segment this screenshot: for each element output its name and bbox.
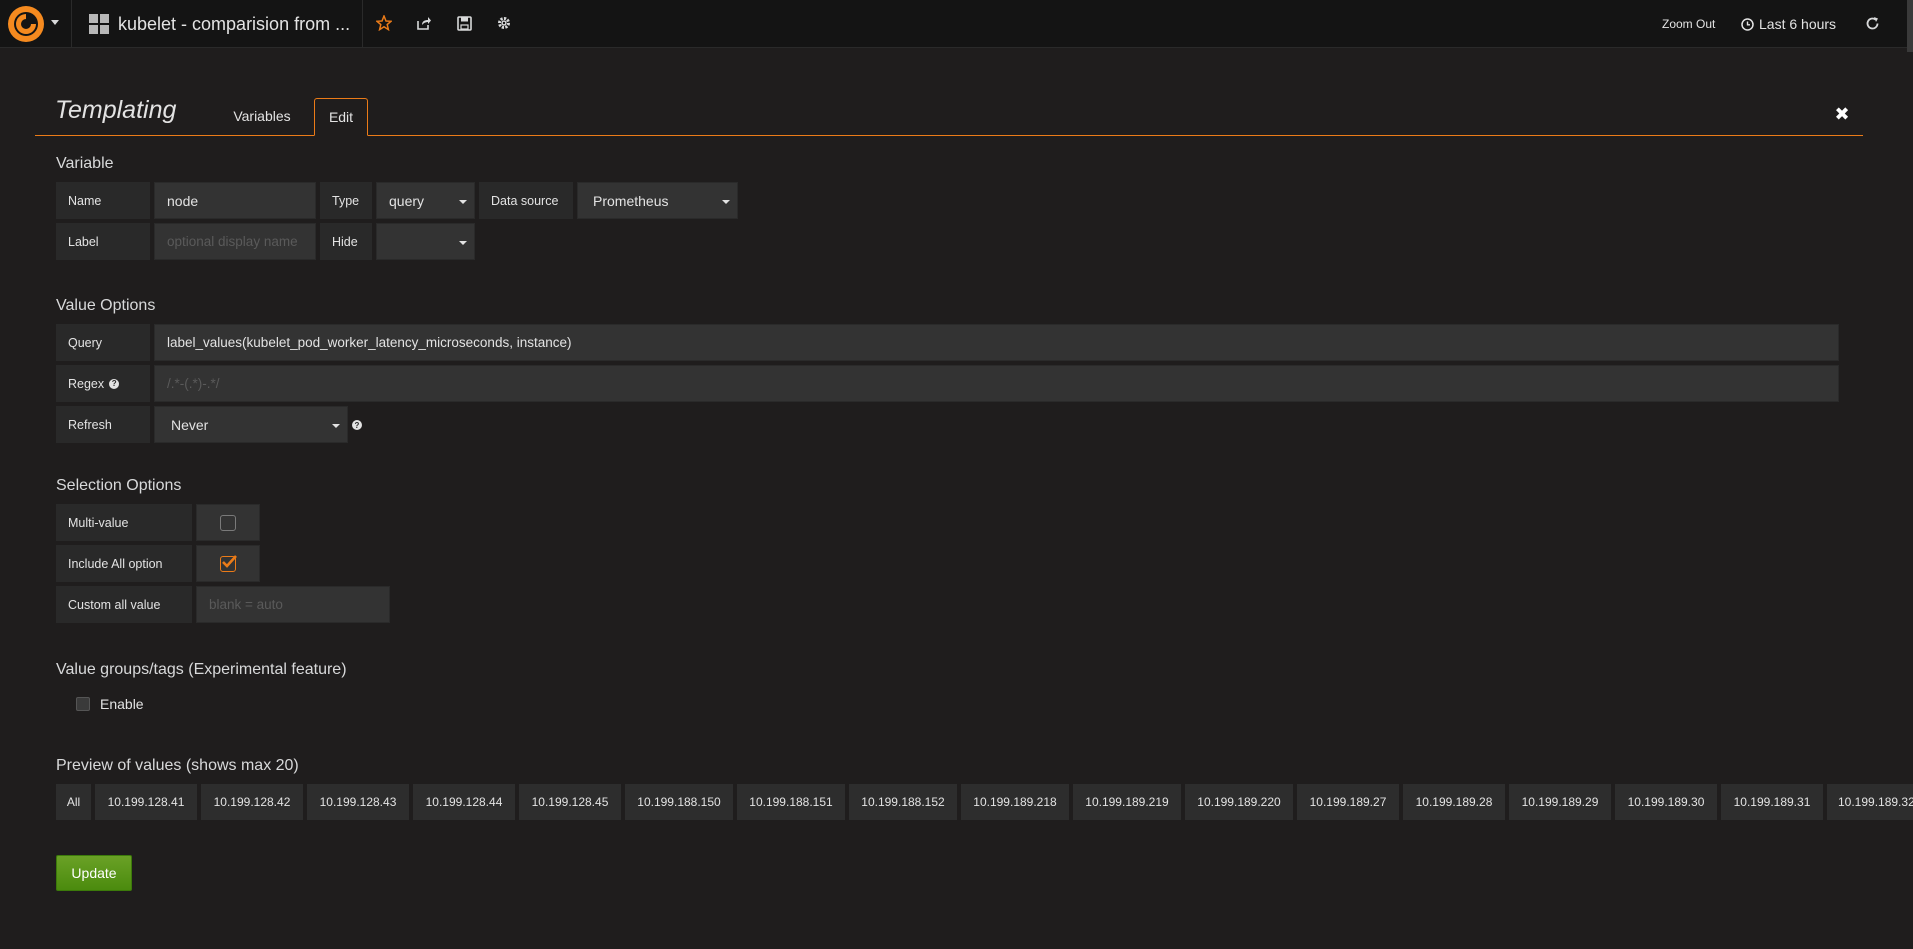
- enable-checkbox[interactable]: [76, 697, 90, 711]
- chevron-down-icon: [459, 241, 467, 245]
- regex-input[interactable]: /.*-(.*)-.*/: [154, 365, 1839, 402]
- enable-label: Enable: [100, 696, 144, 712]
- preview-value: All: [56, 784, 91, 820]
- update-button[interactable]: Update: [56, 855, 132, 891]
- settings-button[interactable]: [489, 10, 519, 36]
- dashboard-title-button[interactable]: kubelet - comparision from ...: [73, 0, 363, 48]
- label-input[interactable]: optional display name: [154, 223, 316, 260]
- grafana-logo-icon: [8, 6, 44, 42]
- preview-value: 10.199.188.151: [737, 784, 845, 820]
- preview-value: 10.199.189.29: [1509, 784, 1611, 820]
- refresh-button[interactable]: [1857, 10, 1887, 36]
- chevron-down-icon: [51, 20, 59, 25]
- value-groups-section-title: Value groups/tags (Experimental feature): [56, 661, 347, 678]
- preview-value: 10.199.189.218: [961, 784, 1069, 820]
- top-navbar: kubelet - comparision from ... Zoom Out …: [0, 0, 1913, 52]
- preview-value: 10.199.128.43: [307, 784, 409, 820]
- preview-value: 10.199.189.27: [1297, 784, 1399, 820]
- zoom-out-button[interactable]: Zoom Out: [1662, 0, 1715, 48]
- share-icon: [417, 17, 431, 30]
- zoom-out-label: Zoom Out: [1662, 17, 1716, 31]
- custom-all-label: Custom all value: [56, 586, 192, 623]
- include-all-label: Include All option: [56, 545, 192, 582]
- grafana-menu-button[interactable]: [0, 0, 72, 48]
- preview-value: 10.199.188.150: [625, 784, 733, 820]
- checkbox-checked-icon: [220, 555, 237, 572]
- time-picker-button[interactable]: Last 6 hours: [1741, 0, 1836, 48]
- preview-value: 10.199.189.31: [1721, 784, 1823, 820]
- star-button[interactable]: [369, 10, 399, 36]
- tab-divider: [35, 135, 1863, 136]
- multi-value-label: Multi-value: [56, 504, 192, 541]
- type-label: Type: [320, 182, 372, 219]
- include-all-toggle[interactable]: [196, 545, 260, 582]
- custom-all-input[interactable]: blank = auto: [196, 586, 390, 623]
- checkbox-icon: [220, 515, 236, 531]
- preview-value: 10.199.128.44: [413, 784, 515, 820]
- tab-edit[interactable]: Edit: [314, 98, 368, 136]
- datasource-select[interactable]: Prometheus: [577, 182, 738, 219]
- dashboard-title: kubelet - comparision from ...: [118, 13, 351, 34]
- preview-value: 10.199.189.219: [1073, 784, 1181, 820]
- preview-value: 10.199.189.30: [1615, 784, 1717, 820]
- save-icon: [456, 15, 472, 31]
- variable-section-title: Variable: [56, 155, 114, 172]
- chevron-down-icon: [459, 200, 467, 204]
- type-select-value: query: [389, 192, 425, 209]
- refresh-select-value: Never: [171, 416, 209, 433]
- help-icon[interactable]: ?: [352, 420, 362, 430]
- preview-value: 10.199.189.32: [1827, 784, 1913, 820]
- refresh-label: Refresh: [56, 406, 150, 443]
- gear-icon: [498, 17, 510, 29]
- refresh-icon: [1866, 16, 1878, 29]
- share-button[interactable]: [409, 10, 439, 36]
- help-icon[interactable]: ?: [109, 378, 120, 389]
- datasource-select-value: Prometheus: [593, 192, 669, 209]
- datasource-label: Data source: [479, 182, 573, 219]
- multi-value-toggle[interactable]: [196, 504, 260, 541]
- refresh-select[interactable]: Never: [154, 406, 348, 443]
- preview-value: 10.199.189.28: [1403, 784, 1505, 820]
- star-icon: [376, 15, 392, 31]
- hide-label: Hide: [320, 223, 372, 260]
- name-input[interactable]: node: [154, 182, 316, 219]
- name-label: Name: [56, 182, 150, 219]
- tab-variables[interactable]: Variables: [218, 96, 306, 136]
- preview-value: 10.199.128.45: [519, 784, 621, 820]
- regex-label-text: Regex: [68, 376, 105, 391]
- page-title: Templating: [55, 96, 177, 124]
- hide-select[interactable]: [376, 223, 475, 260]
- close-icon[interactable]: ✖: [1832, 104, 1852, 124]
- time-range-label: Last 6 hours: [1759, 16, 1837, 32]
- preview-value: 10.199.128.42: [201, 784, 303, 820]
- label-label: Label: [56, 223, 150, 260]
- type-select[interactable]: query: [376, 182, 475, 219]
- query-input[interactable]: label_values(kubelet_pod_worker_latency_…: [154, 324, 1839, 361]
- scrollbar[interactable]: [1907, 0, 1913, 52]
- selection-options-section-title: Selection Options: [56, 477, 182, 494]
- regex-label: Regex ?: [56, 365, 150, 402]
- chevron-down-icon: [722, 200, 730, 204]
- dashboard-grid-icon: [89, 14, 109, 34]
- query-label: Query: [56, 324, 150, 361]
- preview-value: 10.199.189.220: [1185, 784, 1293, 820]
- save-button[interactable]: [449, 10, 479, 36]
- value-options-section-title: Value Options: [56, 297, 156, 314]
- preview-value: 10.199.188.152: [849, 784, 957, 820]
- chevron-down-icon: [332, 424, 340, 428]
- clock-icon: [1741, 17, 1754, 31]
- preview-section-title: Preview of values (shows max 20): [56, 757, 299, 774]
- preview-value: 10.199.128.41: [95, 784, 197, 820]
